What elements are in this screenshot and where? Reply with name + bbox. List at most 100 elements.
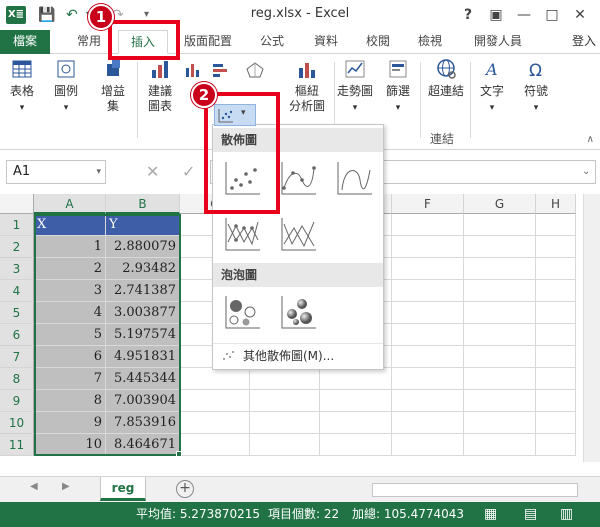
prev-sheet-icon[interactable]: ◀ bbox=[30, 481, 38, 492]
symbols-button[interactable]: Ω 符號 ▾ bbox=[516, 58, 556, 116]
cell-a7[interactable]: 6 bbox=[34, 346, 106, 368]
tab-review[interactable]: 校閱 bbox=[356, 30, 400, 54]
tab-insert[interactable]: 插入 bbox=[118, 30, 168, 54]
cell-a4[interactable]: 3 bbox=[34, 280, 106, 302]
cell-a1[interactable]: X bbox=[34, 214, 106, 236]
cell-f9[interactable] bbox=[392, 390, 464, 412]
pivot-chart-button[interactable]: 樞紐 分析圖 bbox=[282, 58, 332, 114]
text-button[interactable]: A 文字 ▾ bbox=[472, 58, 512, 116]
add-sheet-button[interactable]: + bbox=[176, 480, 194, 498]
collapse-ribbon-icon[interactable]: ∧ bbox=[587, 134, 594, 145]
cell-b2[interactable]: 2.880079 bbox=[106, 236, 180, 258]
row-header-11[interactable]: 11 bbox=[0, 434, 34, 456]
cell-h1[interactable] bbox=[536, 214, 576, 236]
cell-h3[interactable] bbox=[536, 258, 576, 280]
cell-c11[interactable] bbox=[180, 434, 250, 456]
cell-f1[interactable] bbox=[392, 214, 464, 236]
cell-d9[interactable] bbox=[250, 390, 320, 412]
cell-g3[interactable] bbox=[464, 258, 536, 280]
fill-handle[interactable] bbox=[176, 451, 182, 457]
column-header-f[interactable]: F bbox=[392, 194, 464, 214]
help-button[interactable]: ? bbox=[456, 4, 480, 26]
save-icon[interactable]: 💾 bbox=[38, 5, 55, 25]
illustrations-button[interactable]: 圖例 ▾ bbox=[46, 58, 86, 116]
cell-b8[interactable]: 5.445344 bbox=[106, 368, 180, 390]
scatter-straight-lines-markers[interactable] bbox=[221, 215, 263, 255]
enter-icon[interactable]: ✓ bbox=[182, 160, 195, 184]
cell-b11[interactable]: 8.464671 bbox=[106, 434, 180, 456]
cell-b9[interactable]: 7.003904 bbox=[106, 390, 180, 412]
cell-h5[interactable] bbox=[536, 302, 576, 324]
cell-a5[interactable]: 4 bbox=[34, 302, 106, 324]
cell-a6[interactable]: 5 bbox=[34, 324, 106, 346]
cell-g1[interactable] bbox=[464, 214, 536, 236]
minimize-button[interactable]: — bbox=[512, 4, 536, 26]
row-header-3[interactable]: 3 bbox=[0, 258, 34, 280]
cell-h2[interactable] bbox=[536, 236, 576, 258]
cell-b3[interactable]: 2.93482 bbox=[106, 258, 180, 280]
vertical-scrollbar[interactable] bbox=[583, 194, 600, 462]
cell-f10[interactable] bbox=[392, 412, 464, 434]
page-break-view-icon[interactable]: ▥ bbox=[560, 502, 573, 527]
cell-g10[interactable] bbox=[464, 412, 536, 434]
sparklines-button[interactable]: 走勢圖 ▾ bbox=[334, 58, 376, 116]
cell-e11[interactable] bbox=[320, 434, 392, 456]
normal-view-icon[interactable]: ▦ bbox=[484, 502, 497, 527]
cell-g11[interactable] bbox=[464, 434, 536, 456]
cell-e9[interactable] bbox=[320, 390, 392, 412]
close-button[interactable]: ✕ bbox=[568, 4, 592, 26]
tab-home[interactable]: 常用 bbox=[68, 30, 110, 54]
next-sheet-icon[interactable]: ▶ bbox=[62, 481, 70, 492]
cell-g8[interactable] bbox=[464, 368, 536, 390]
cell-c9[interactable] bbox=[180, 390, 250, 412]
row-header-1[interactable]: 1 bbox=[0, 214, 34, 236]
radar-chart-icon[interactable] bbox=[246, 62, 264, 78]
cell-f2[interactable] bbox=[392, 236, 464, 258]
tab-data[interactable]: 資料 bbox=[304, 30, 348, 54]
tab-file[interactable]: 檔案 bbox=[0, 30, 50, 54]
name-box[interactable]: A1 ▾ bbox=[6, 160, 106, 184]
cell-f3[interactable] bbox=[392, 258, 464, 280]
cell-f11[interactable] bbox=[392, 434, 464, 456]
more-scatter-charts-item[interactable]: 其他散佈圖(M)... bbox=[213, 343, 383, 367]
cell-c10[interactable] bbox=[180, 412, 250, 434]
column-header-b[interactable]: B bbox=[106, 194, 180, 214]
cell-a9[interactable]: 8 bbox=[34, 390, 106, 412]
cell-g6[interactable] bbox=[464, 324, 536, 346]
bubble-3d-chart[interactable] bbox=[277, 293, 319, 333]
row-header-6[interactable]: 6 bbox=[0, 324, 34, 346]
cell-g4[interactable] bbox=[464, 280, 536, 302]
cell-d8[interactable] bbox=[250, 368, 320, 390]
cell-f6[interactable] bbox=[392, 324, 464, 346]
tab-page-layout[interactable]: 版面配置 bbox=[176, 30, 240, 54]
cell-b5[interactable]: 3.003877 bbox=[106, 302, 180, 324]
recommended-charts-button[interactable]: 建議 圖表 bbox=[140, 58, 180, 114]
cell-h10[interactable] bbox=[536, 412, 576, 434]
cell-a11[interactable]: 10 bbox=[34, 434, 106, 456]
column-header-a[interactable]: A bbox=[34, 194, 106, 214]
cell-b6[interactable]: 5.197574 bbox=[106, 324, 180, 346]
cell-h7[interactable] bbox=[536, 346, 576, 368]
cell-b4[interactable]: 2.741387 bbox=[106, 280, 180, 302]
cell-d10[interactable] bbox=[250, 412, 320, 434]
cell-a3[interactable]: 2 bbox=[34, 258, 106, 280]
cell-d11[interactable] bbox=[250, 434, 320, 456]
sheet-tab-reg[interactable]: reg bbox=[100, 477, 146, 501]
addins-button[interactable]: 增益 集 bbox=[92, 58, 134, 114]
scatter-chart-button[interactable]: ▾ bbox=[214, 104, 256, 126]
tab-view[interactable]: 檢視 bbox=[408, 30, 452, 54]
cell-h6[interactable] bbox=[536, 324, 576, 346]
horizontal-scrollbar[interactable] bbox=[372, 483, 578, 497]
sign-in-link[interactable]: 登入 bbox=[572, 30, 596, 54]
customize-qa-icon[interactable]: ▾ bbox=[144, 5, 149, 25]
ribbon-display-button[interactable]: ▣ bbox=[484, 4, 508, 26]
filter-button[interactable]: 篩選 ▾ bbox=[378, 58, 418, 116]
cell-g7[interactable] bbox=[464, 346, 536, 368]
cell-a10[interactable]: 9 bbox=[34, 412, 106, 434]
row-header-2[interactable]: 2 bbox=[0, 236, 34, 258]
undo-icon[interactable]: ↶ bbox=[66, 5, 78, 25]
cancel-icon[interactable]: ✕ bbox=[146, 160, 159, 184]
cell-e8[interactable] bbox=[320, 368, 392, 390]
cell-f5[interactable] bbox=[392, 302, 464, 324]
maximize-button[interactable]: □ bbox=[540, 4, 564, 26]
